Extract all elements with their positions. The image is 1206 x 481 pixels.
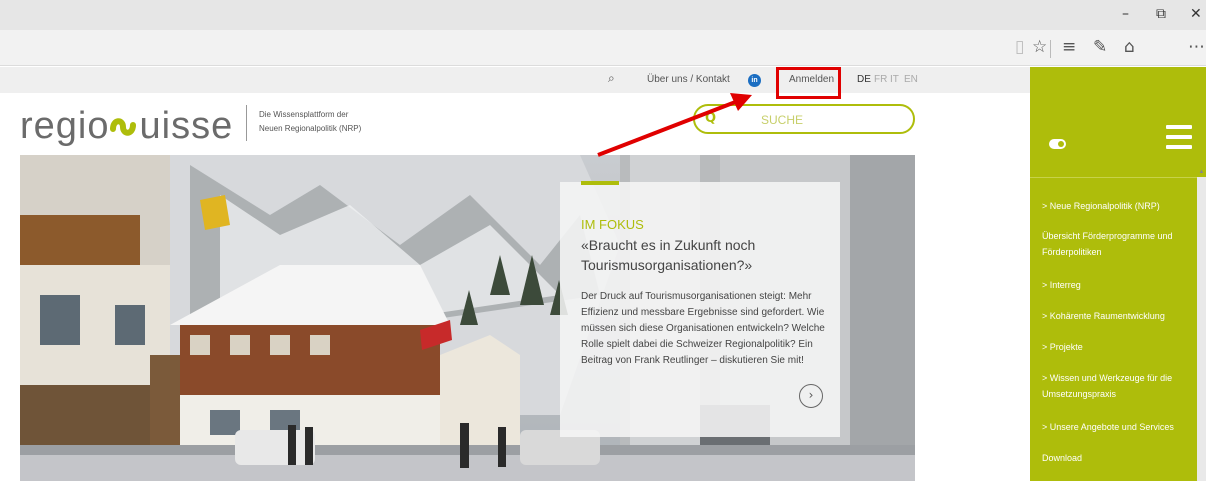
hamburger-menu-icon[interactable] — [1166, 125, 1192, 155]
reading-view-icon[interactable]: ▯ — [1015, 37, 1024, 57]
sidebar-item-nrp[interactable]: > Neue Regionalpolitik (NRP) — [1042, 198, 1192, 214]
web-note-icon[interactable]: ✎ — [1093, 37, 1107, 57]
hub-icon[interactable]: ≡ — [1062, 37, 1076, 57]
sidebar-item-foerderprogramme[interactable]: Übersicht Förderprogramme und Förderpoli… — [1042, 228, 1192, 260]
browser-toolbar: ▯ ☆ ≡ ✎ ⌂ ⋯ — [0, 30, 1206, 66]
toggle-switch[interactable] — [1049, 139, 1066, 149]
sidebar-scrollbar[interactable] — [1197, 177, 1206, 481]
web-page: ⌕ Über uns / Kontakt in Anmelden DE FR I… — [0, 67, 1206, 481]
sidebar-item-projekte[interactable]: > Projekte — [1042, 339, 1192, 355]
more-icon[interactable]: ⋯ — [1188, 37, 1205, 57]
sidebar-list: > Neue Regionalpolitik (NRP) Übersicht F… — [1030, 177, 1197, 481]
title-bar: – ⧉ ✕ — [0, 0, 1206, 30]
share-icon[interactable]: ⌂ — [1124, 37, 1135, 57]
toolbar-divider — [1050, 40, 1051, 58]
sidebar-item-download[interactable]: Download — [1042, 450, 1192, 466]
favorite-icon[interactable]: ☆ — [1032, 37, 1047, 57]
sidebar-item-interreg[interactable]: > Interreg — [1042, 277, 1192, 293]
next-arrow-button[interactable]: › — [799, 384, 823, 408]
close-button[interactable]: ✕ — [1190, 6, 1202, 22]
scroll-up-icon[interactable]: ▲ — [1197, 169, 1206, 177]
sidebar-item-wissen[interactable]: > Wissen und Werkzeuge für die Umsetzung… — [1042, 370, 1192, 402]
minimize-button[interactable]: – — [1122, 6, 1129, 22]
annotation-arrow — [597, 93, 752, 157]
restore-button[interactable]: ⧉ — [1156, 6, 1166, 22]
sidebar-item-angebote[interactable]: > Unsere Angebote und Services — [1042, 419, 1192, 435]
focus-text: Der Druck auf Tourismusorganisationen st… — [581, 291, 825, 366]
sidebar-item-raumentwicklung[interactable]: > Kohärente Raumentwicklung — [1042, 308, 1192, 324]
sidebar-menu: > Neue Regionalpolitik (NRP) Übersicht F… — [1030, 67, 1206, 481]
